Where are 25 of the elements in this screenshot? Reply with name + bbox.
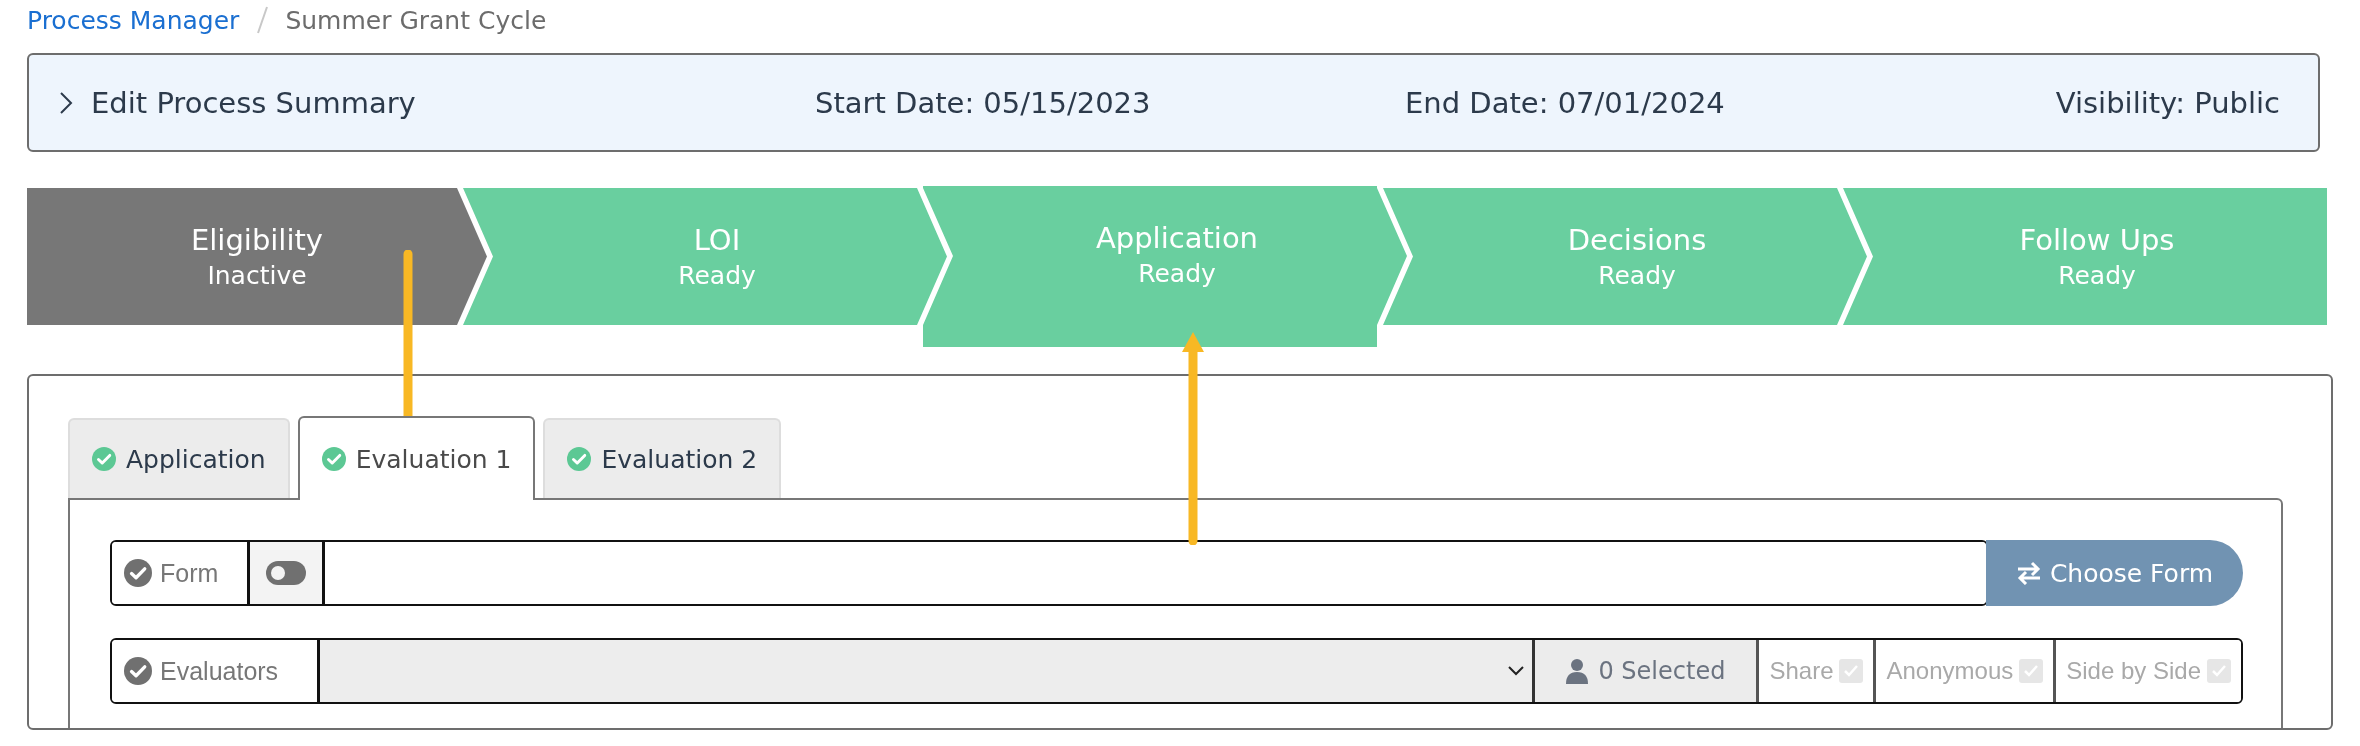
evaluators-label: Evaluators xyxy=(160,656,279,686)
summary-title[interactable]: Edit Process Summary xyxy=(91,85,416,120)
tab[interactable]: Evaluation 1 xyxy=(297,416,536,500)
start-date: Start Date: 05/15/2023 xyxy=(815,85,1152,120)
option-label: Anonymous xyxy=(1886,657,2014,685)
option-label: Share xyxy=(1769,657,1834,685)
check-icon xyxy=(1843,664,1860,678)
tab[interactable]: Evaluation 2 xyxy=(543,418,782,498)
visibility: Visibility: Public xyxy=(2055,85,2280,120)
swap-arrows-icon xyxy=(2015,561,2042,585)
check-icon xyxy=(2023,664,2040,678)
check-icon xyxy=(2211,664,2227,678)
choose-form-button[interactable]: Choose Form xyxy=(1986,540,2243,606)
tab[interactable]: Application xyxy=(68,418,290,498)
slash-icon xyxy=(255,5,270,35)
end-date: End Date: 07/01/2024 xyxy=(1405,85,1726,120)
caret-down-icon xyxy=(1508,666,1525,676)
form-label: Form xyxy=(160,558,219,588)
process-summary-bar[interactable]: Edit Process Summary Start Date: 05/15/2023 End Date: 07/01/2024 Visibility: Public xyxy=(27,53,2320,152)
user-icon xyxy=(1566,658,1589,684)
breadcrumb-link[interactable]: Process Manager xyxy=(27,5,240,35)
selected-count: 0 Selected xyxy=(1598,657,1726,685)
option-label: Side by Side xyxy=(2066,657,2201,685)
toggle-switch[interactable] xyxy=(266,561,306,585)
breadcrumb-current: Summer Grant Cycle xyxy=(285,5,547,35)
